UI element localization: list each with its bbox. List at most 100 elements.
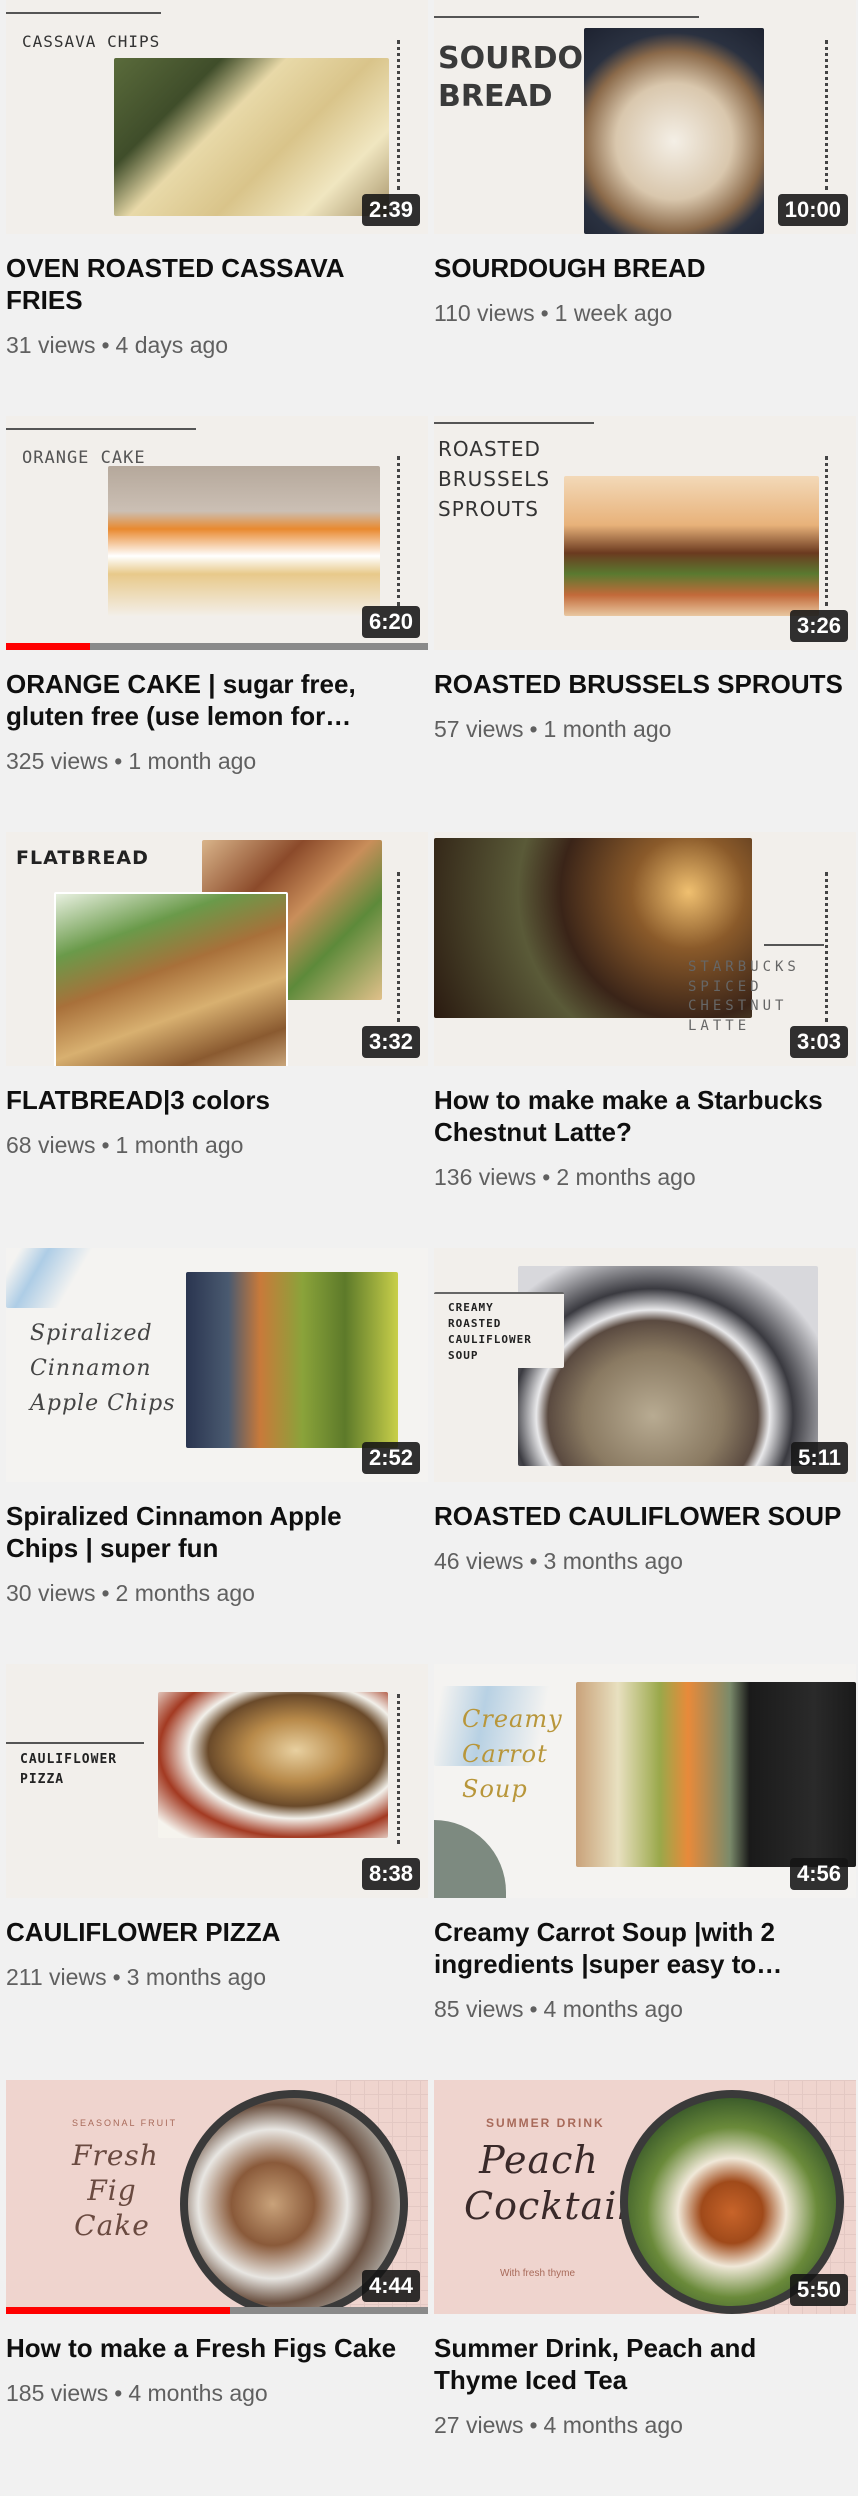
watch-progress-bar	[6, 643, 91, 650]
thumbnail-text: CREAMY ROASTED CAULIFLOWER SOUP	[448, 1301, 532, 1362]
thumbnail-small-label: SEASONAL FRUIT	[72, 2118, 178, 2128]
view-count: 211 views	[6, 1964, 107, 1990]
dotted-line	[825, 872, 828, 1022]
video-card[interactable]: STARBUCKS SPICED CHESTNUT LATTE 3:03 How…	[434, 832, 856, 1248]
duration-badge: 2:39	[361, 194, 420, 226]
thumbnail-text: CAULIFLOWER PIZZA	[20, 1752, 118, 1787]
separator: •	[101, 1580, 110, 1606]
video-title[interactable]: ROASTED BRUSSELS SPROUTS	[434, 668, 856, 700]
separator: •	[529, 1996, 538, 2022]
video-title[interactable]: How to make a Fresh Figs Cake	[6, 2332, 428, 2364]
thumbnail-text: ROASTED BRUSSELS SPROUTS	[438, 437, 551, 521]
thumbnail-text: STARBUCKS SPICED CHESTNUT LATTE	[688, 959, 800, 1034]
video-card[interactable]: Creamy Carrot Soup 4:56 Creamy Carrot So…	[434, 1664, 856, 2080]
duration-badge: 3:32	[361, 1026, 420, 1058]
thumbnail-small-label: SUMMER DRINK	[486, 2116, 605, 2130]
video-meta: 136 views • 2 months ago	[434, 1162, 856, 1192]
orange-cake-photo	[108, 466, 380, 616]
view-count: 325 views	[6, 748, 109, 774]
upload-age: 1 month ago	[128, 748, 257, 774]
video-meta: 211 views • 3 months ago	[6, 1962, 428, 1992]
video-thumbnail[interactable]: ORANGE CAKE 6:20	[6, 416, 428, 650]
upload-age: 2 months ago	[556, 1164, 696, 1190]
video-title[interactable]: OVEN ROASTED CASSAVA FRIES	[6, 252, 428, 316]
blue-brush-stroke	[6, 1248, 116, 1308]
video-title[interactable]: FLATBREAD|3 colors	[6, 1084, 428, 1116]
upload-age: 1 month ago	[115, 1132, 244, 1158]
view-count: 85 views	[434, 1996, 524, 2022]
video-thumbnail[interactable]: CASSAVA CHIPS 2:39	[6, 0, 428, 234]
video-thumbnail[interactable]: CAULIFLOWER PIZZA 8:38	[6, 1664, 428, 1898]
thumbnail-text: Spiralized Cinnamon Apple Chips	[30, 1321, 176, 1417]
watch-progress-bar	[6, 2307, 230, 2314]
separator: •	[101, 332, 110, 358]
view-count: 27 views	[434, 2412, 524, 2438]
video-thumbnail[interactable]: STARBUCKS SPICED CHESTNUT LATTE 3:03	[434, 832, 856, 1066]
sourdough-bread-photo	[584, 28, 764, 234]
cassava-fries-photo	[114, 58, 389, 216]
video-card[interactable]: CAULIFLOWER PIZZA 8:38 CAULIFLOWER PIZZA…	[6, 1664, 428, 2080]
video-card[interactable]: CREAMY ROASTED CAULIFLOWER SOUP 5:11 ROA…	[434, 1248, 856, 1664]
video-thumbnail[interactable]: ROASTED BRUSSELS SPROUTS 3:26	[434, 416, 856, 650]
apple-chips-photo	[186, 1272, 398, 1448]
view-count: 30 views	[6, 1580, 96, 1606]
upload-age: 1 month ago	[543, 716, 672, 742]
upload-age: 4 months ago	[128, 2380, 268, 2406]
separator: •	[542, 1164, 551, 1190]
video-card[interactable]: Spiralized Cinnamon Apple Chips 2:52 Spi…	[6, 1248, 428, 1664]
view-count: 110 views	[434, 300, 535, 326]
video-meta: 27 views • 4 months ago	[434, 2410, 856, 2440]
video-grid: CASSAVA CHIPS 2:39 OVEN ROASTED CASSAVA …	[0, 0, 858, 2496]
duration-badge: 3:03	[789, 1026, 848, 1058]
video-title[interactable]: How to make make a Starbucks Chestnut La…	[434, 1084, 856, 1148]
video-meta: 46 views • 3 months ago	[434, 1546, 856, 1576]
thumbnail-subtitle: With fresh thyme	[500, 2268, 576, 2279]
video-card[interactable]: CASSAVA CHIPS 2:39 OVEN ROASTED CASSAVA …	[6, 0, 428, 416]
upload-age: 4 months ago	[543, 2412, 683, 2438]
video-meta: 30 views • 2 months ago	[6, 1578, 428, 1608]
dotted-line	[397, 456, 400, 606]
thumbnail-text: CASSAVA CHIPS	[22, 32, 161, 51]
video-meta: 85 views • 4 months ago	[434, 1994, 856, 2024]
video-card[interactable]: ROASTED BRUSSELS SPROUTS 3:26 ROASTED BR…	[434, 416, 856, 832]
video-card[interactable]: SUMMER DRINK Peach Cocktail With fresh t…	[434, 2080, 856, 2496]
video-meta: 325 views • 1 month ago	[6, 746, 428, 776]
video-thumbnail[interactable]: Creamy Carrot Soup 4:56	[434, 1664, 856, 1898]
duration-badge: 5:11	[791, 1442, 848, 1474]
video-card[interactable]: ORANGE CAKE 6:20 ORANGE CAKE | sugar fre…	[6, 416, 428, 832]
video-meta: 110 views • 1 week ago	[434, 298, 856, 328]
video-title[interactable]: CAULIFLOWER PIZZA	[6, 1916, 428, 1948]
green-shape	[434, 1820, 506, 1898]
video-thumbnail[interactable]: SOURDOUG BREAD 10:00	[434, 0, 856, 234]
video-card[interactable]: SEASONAL FRUIT Fresh Fig Cake 4:44 How t…	[6, 2080, 428, 2496]
video-thumbnail[interactable]: Spiralized Cinnamon Apple Chips 2:52	[6, 1248, 428, 1482]
video-thumbnail[interactable]: CREAMY ROASTED CAULIFLOWER SOUP 5:11	[434, 1248, 856, 1482]
decorative-line	[6, 428, 196, 430]
video-title[interactable]: SOURDOUGH BREAD	[434, 252, 856, 284]
upload-age: 4 days ago	[115, 332, 229, 358]
dotted-line	[397, 40, 400, 190]
duration-badge: 10:00	[777, 194, 848, 226]
video-title[interactable]: ROASTED CAULIFLOWER SOUP	[434, 1500, 856, 1532]
thumbnail-text: Peach Cocktail	[464, 2138, 631, 2228]
separator: •	[114, 2380, 123, 2406]
view-count: 46 views	[434, 1548, 524, 1574]
carrot-soup-photo	[576, 1682, 856, 1867]
video-card[interactable]: SOURDOUG BREAD 10:00 SOURDOUGH BREAD 110…	[434, 0, 856, 416]
view-count: 68 views	[6, 1132, 96, 1158]
video-thumbnail[interactable]: SEASONAL FRUIT Fresh Fig Cake 4:44	[6, 2080, 428, 2314]
video-title[interactable]: ORANGE CAKE | sugar free, gluten free (u…	[6, 668, 428, 732]
dotted-line	[825, 456, 828, 606]
view-count: 185 views	[6, 2380, 109, 2406]
video-card[interactable]: FLATBREAD 3:32 FLATBREAD|3 colors 68 vie…	[6, 832, 428, 1248]
video-title[interactable]: Summer Drink, Peach and Thyme Iced Tea	[434, 2332, 856, 2396]
video-meta: 31 views • 4 days ago	[6, 330, 428, 360]
video-title[interactable]: Spiralized Cinnamon Apple Chips | super …	[6, 1500, 428, 1564]
video-thumbnail[interactable]: SUMMER DRINK Peach Cocktail With fresh t…	[434, 2080, 856, 2314]
video-title[interactable]: Creamy Carrot Soup |with 2 ingredients |…	[434, 1916, 856, 1980]
decorative-line	[6, 12, 161, 14]
upload-age: 3 months ago	[126, 1964, 267, 1990]
decorative-line	[764, 944, 824, 946]
video-thumbnail[interactable]: FLATBREAD 3:32	[6, 832, 428, 1066]
decorative-line	[6, 1742, 144, 1744]
